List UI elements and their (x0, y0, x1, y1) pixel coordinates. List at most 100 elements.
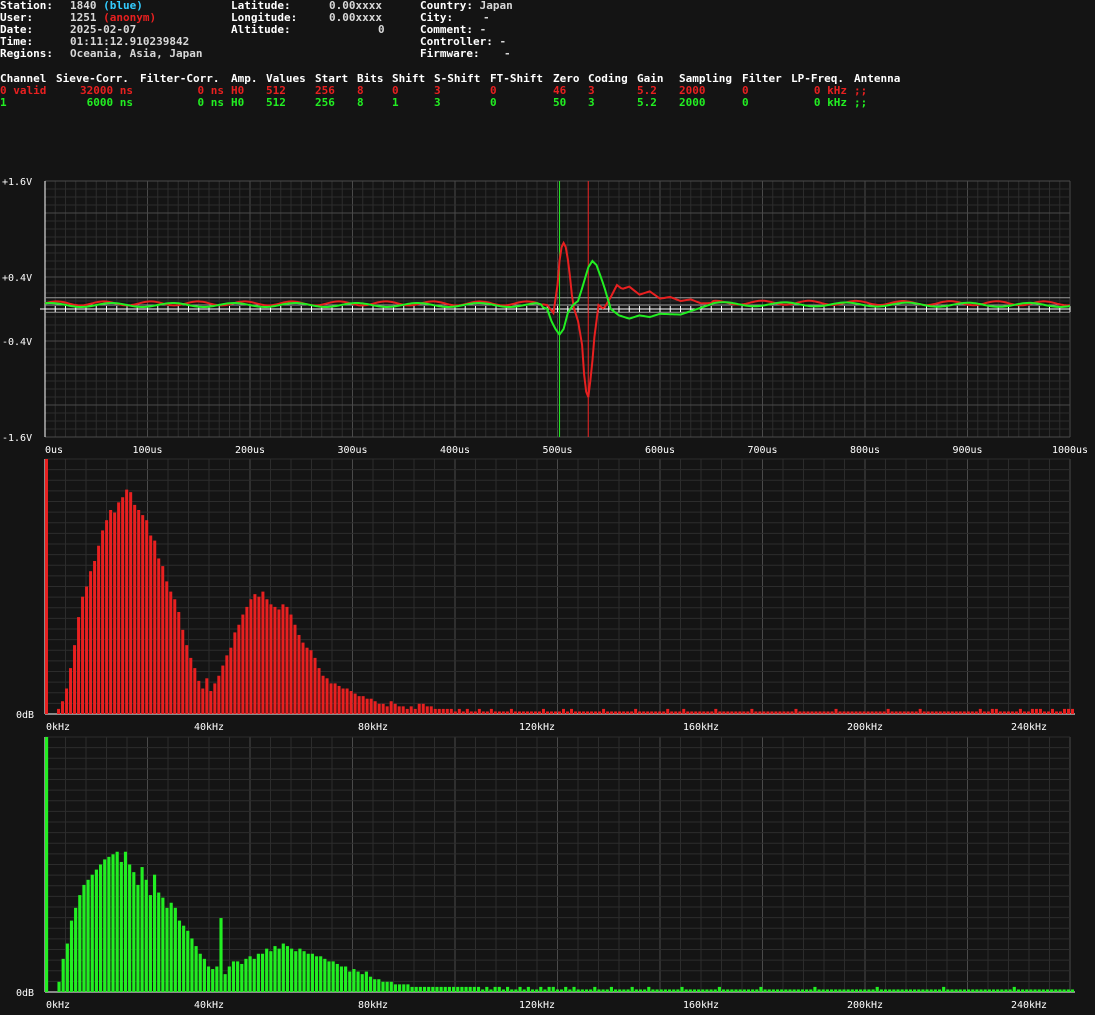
spectrum-bar (339, 966, 344, 992)
spectrum-bar (672, 989, 676, 992)
spectrum-bar (658, 711, 662, 714)
spectrum-bar (285, 946, 290, 992)
spectrum-bar (165, 907, 169, 992)
spectrum-bar (157, 892, 161, 992)
spectrum-bar (751, 989, 755, 992)
spectrum-bar (61, 701, 65, 714)
spectrum-bar (121, 497, 125, 714)
spectrum-bar (854, 989, 859, 992)
spectrum-bar (738, 711, 742, 714)
spectrum-bar (590, 711, 594, 714)
spectrum-bar (369, 698, 373, 714)
spectrum-bar (676, 989, 680, 992)
spectrum-bar (975, 989, 979, 992)
spectrum-bar (186, 930, 190, 992)
spectrum-bar (813, 986, 817, 992)
spectrum-bar (506, 986, 510, 992)
spectrum-bar (875, 986, 879, 992)
spectrum-bar (65, 943, 69, 992)
spectrum-bar (244, 958, 248, 992)
spectrum-bar (1070, 708, 1074, 714)
spectrum-bar (659, 989, 663, 992)
spectrum-bar (526, 986, 530, 992)
spectrum-bar (684, 989, 688, 992)
spectrum-bar (762, 711, 766, 714)
spectrum-bar (90, 874, 94, 992)
spectrum-bar (806, 711, 810, 714)
spectrum-bar (790, 711, 794, 714)
spectrum-bar (834, 989, 838, 992)
spectrum-bar (533, 711, 537, 714)
spectrum-bar (323, 958, 327, 992)
spectrum-bar (535, 989, 539, 992)
spectrum-bar (647, 986, 651, 992)
spectrum-bar (883, 989, 888, 992)
spectrum-bar (141, 515, 145, 714)
spectrum-bar (894, 711, 898, 714)
spectrum-bar (57, 981, 61, 992)
spectrum-bar (576, 989, 580, 992)
spectrum-bar (137, 510, 141, 714)
spectrum-bar (206, 966, 211, 992)
x-tick-label: 900us (952, 445, 982, 456)
spectrum-bar (421, 703, 425, 714)
spectrum-bar (950, 989, 954, 992)
x-tick-label: 100us (132, 445, 162, 456)
spectrum-bar (580, 989, 584, 992)
spectrum-bar (385, 706, 389, 714)
spectrum-bar (1041, 989, 1045, 992)
spectrum-bar (846, 989, 850, 992)
spectrum-bar (277, 609, 281, 714)
x-tick-label: 200kHz (847, 1000, 883, 1011)
spectrum-bar (377, 703, 381, 714)
spectrum-bar (149, 535, 153, 714)
spectrum-bar (361, 696, 365, 714)
spectrum-bar (986, 711, 990, 714)
spectrum-bar (273, 946, 277, 992)
spectrum-bar (854, 711, 858, 714)
spectrum-bar (349, 691, 353, 714)
spectrum-bar (1054, 989, 1058, 992)
spectrum-bar (86, 879, 90, 992)
spectrum-bar (913, 989, 917, 992)
spectrum-bar (331, 961, 335, 992)
x-tick-label: 120kHz (519, 722, 555, 733)
spectrum-bar (978, 708, 982, 714)
spectrum-bar (800, 989, 805, 992)
spectrum-bar (73, 645, 77, 714)
spectrum-bar (489, 708, 493, 714)
spectrum-bar (846, 711, 850, 714)
spectrum-bar (165, 581, 169, 714)
spectrum-bar (638, 989, 643, 992)
spectrum-bar (774, 711, 778, 714)
spectrum-bar (688, 989, 692, 992)
spectrum-bar (194, 946, 198, 992)
spectrum-bar (249, 599, 253, 714)
spectrum-bar (929, 989, 933, 992)
spectrum-bar (686, 711, 690, 714)
spectrum-bar (497, 711, 501, 714)
spectrum-bar (971, 989, 975, 992)
spectrum-bar (493, 986, 497, 992)
spectrum-bar (128, 864, 132, 992)
spectrum-bar (730, 711, 734, 714)
spectrum-bar (663, 989, 667, 992)
spectrum-bar (433, 708, 437, 714)
spectrum-bar (314, 956, 319, 992)
spectrum-bar (908, 989, 913, 992)
spectrum-bar (115, 851, 119, 992)
spectrum-bar (1062, 989, 1066, 992)
spectrum-bar (858, 711, 862, 714)
spectrum-bar (572, 986, 576, 992)
spectrum-bar (481, 711, 485, 714)
spectrum-bar (1050, 989, 1054, 992)
x-tick-label: 300us (337, 445, 367, 456)
spectrum-bar (457, 708, 461, 714)
spectrum-bar (333, 683, 337, 714)
spectrum-bar (754, 711, 758, 714)
spectrum-bar (946, 711, 950, 714)
spectrum-bar (717, 986, 721, 992)
spectrum-bar (867, 989, 871, 992)
spectrum-bar (301, 642, 305, 714)
spectrum-bar (152, 874, 157, 992)
